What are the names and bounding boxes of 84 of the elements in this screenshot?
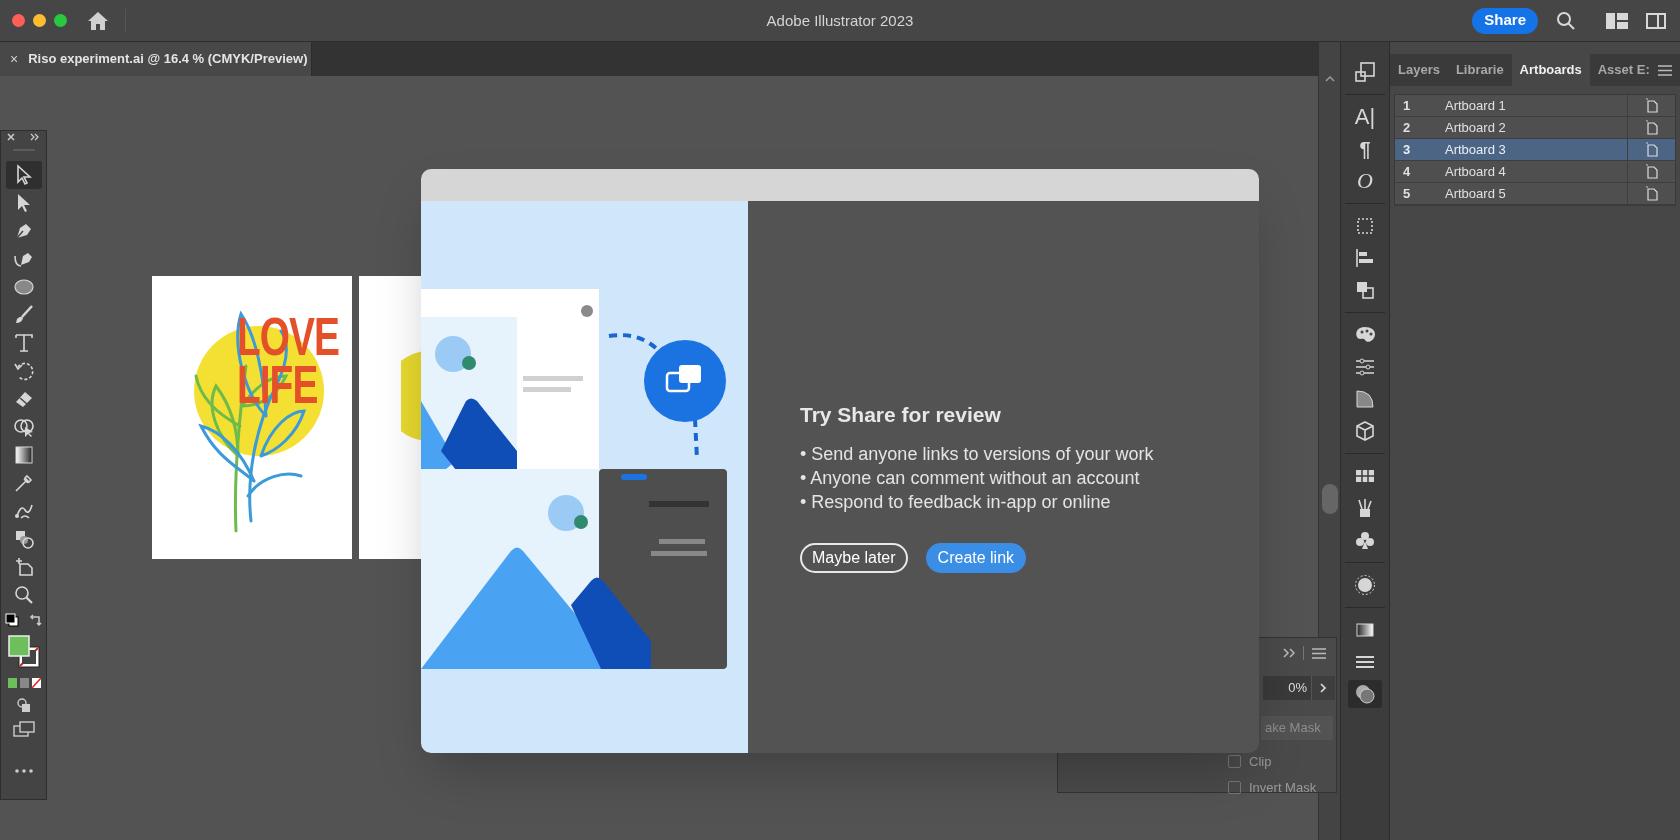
panel-tab[interactable]: Artboards: [1511, 54, 1590, 86]
artboard-number: 2: [1402, 118, 1412, 137]
artboard-name: Artboard 3: [1444, 140, 1507, 159]
artboard-options-icon[interactable]: [1645, 186, 1658, 201]
zoom-window-button[interactable]: [54, 14, 67, 27]
opacity-dropdown-button[interactable]: [1311, 676, 1335, 700]
cube-icon[interactable]: [1354, 420, 1376, 442]
share-button[interactable]: Share: [1472, 7, 1538, 34]
artboard-number: 1: [1402, 96, 1412, 115]
close-panel-icon[interactable]: [7, 133, 15, 141]
shape-builder-tool-icon[interactable]: [12, 416, 35, 438]
panel-menu-icon[interactable]: [1312, 647, 1326, 659]
transparency-icon[interactable]: [1354, 683, 1376, 705]
checkbox[interactable]: [1228, 780, 1241, 794]
artboard-row[interactable]: 4 Artboard 4: [1395, 161, 1675, 183]
bullet-text: • Anyone can comment without an account: [800, 466, 1141, 489]
panel-menu-icon[interactable]: [1658, 64, 1672, 76]
screen-mode-icon[interactable]: [12, 721, 35, 737]
artboard-name: Artboard 5: [1444, 184, 1507, 203]
artboard-number: 4: [1402, 162, 1412, 181]
artboard-number: 5: [1402, 184, 1412, 203]
sliders-icon[interactable]: [1354, 356, 1376, 378]
artboard-name: Artboard 1: [1444, 96, 1507, 115]
rotate-tool-icon[interactable]: [12, 360, 35, 382]
checkbox-label: Invert Mask: [1249, 778, 1317, 797]
fill-stroke-icon[interactable]: [5, 635, 42, 669]
close-window-button[interactable]: [12, 14, 25, 27]
panel-tab[interactable]: Librarie: [1447, 54, 1512, 86]
maybe-later-button[interactable]: Maybe later: [800, 542, 908, 573]
appearance-icon[interactable]: [1354, 574, 1376, 596]
artwork-text: LOVE: [237, 312, 339, 360]
zoom-tool-icon[interactable]: [12, 584, 35, 606]
search-icon[interactable]: [1556, 10, 1576, 31]
type-tool-icon[interactable]: [12, 332, 35, 354]
collapse-icon[interactable]: [1283, 648, 1295, 658]
align-icon[interactable]: [1354, 247, 1376, 269]
glyphs-panel-button[interactable]: O: [1357, 165, 1373, 197]
collapse-icon[interactable]: [30, 133, 40, 141]
symbols-icon[interactable]: [1354, 529, 1376, 551]
checkbox-label: Clip: [1249, 753, 1272, 771]
color-mode-icon[interactable]: [5, 677, 42, 689]
checkbox[interactable]: [1228, 755, 1241, 769]
chevron-icon: [1320, 683, 1327, 693]
bullet-text: • Respond to feedback in-app or online: [800, 490, 1112, 513]
artboard-name: Artboard 4: [1444, 162, 1507, 181]
artboard-name: Artboard 2: [1444, 118, 1507, 137]
artboard-options-icon[interactable]: [1645, 142, 1658, 157]
scroll-up-icon[interactable]: [1325, 76, 1335, 82]
more-tools-icon[interactable]: [14, 769, 33, 773]
arrange-icon[interactable]: [1354, 61, 1376, 83]
gradient-icon[interactable]: [1354, 388, 1376, 410]
artboard-row[interactable]: 3 Artboard 3: [1395, 139, 1675, 161]
pathfinder-icon[interactable]: [1354, 279, 1376, 301]
tab-close-button[interactable]: ×: [10, 48, 19, 70]
panels-icon[interactable]: [1646, 12, 1666, 29]
opacity-field[interactable]: 0%: [1263, 676, 1311, 700]
ellipse-tool-icon[interactable]: [12, 276, 35, 298]
minimize-window-button[interactable]: [33, 14, 46, 27]
panel-tab[interactable]: Asset E:: [1589, 54, 1658, 86]
artboard-row[interactable]: 1 Artboard 1: [1395, 95, 1675, 117]
window-title: Adobe Illustrator 2023: [766, 10, 914, 31]
home-icon[interactable]: [87, 10, 109, 31]
artboard-row[interactable]: 5 Artboard 5: [1395, 183, 1675, 205]
artboard-options-icon[interactable]: [1645, 164, 1658, 179]
dialog-title: Try Share for review: [800, 402, 1002, 429]
transform-icon[interactable]: [1354, 215, 1376, 237]
workspace-layout-icon[interactable]: [1606, 12, 1628, 29]
artboard-number: 3: [1402, 140, 1412, 159]
draw-mode-icon[interactable]: [15, 697, 32, 713]
artboard-row[interactable]: 2 Artboard 2: [1395, 117, 1675, 139]
bullet-text: • Send anyone links to versions of your work: [800, 442, 1155, 465]
artboard-options-icon[interactable]: [1645, 98, 1658, 113]
character-panel-button[interactable]: A|: [1354, 101, 1376, 133]
swap-colors-icon[interactable]: [28, 613, 43, 627]
gradient-tool-icon[interactable]: [12, 444, 35, 466]
paragraph-panel-button[interactable]: ¶: [1359, 133, 1371, 165]
scrollbar-thumb[interactable]: [1322, 484, 1338, 514]
default-colors-icon[interactable]: [4, 613, 19, 627]
document-tab[interactable]: × Riso experiment.ai @ 16.4 % (CMYK/Preview): [0, 42, 312, 76]
panel-tab[interactable]: Layers: [1390, 54, 1448, 86]
document-tab-title: Riso experiment.ai @ 16.4 % (CMYK/Preview): [28, 50, 308, 69]
create-link-button[interactable]: Create link: [925, 542, 1027, 573]
opacity-value: 0%: [1288, 679, 1307, 698]
artboard-options-icon[interactable]: [1645, 120, 1658, 135]
